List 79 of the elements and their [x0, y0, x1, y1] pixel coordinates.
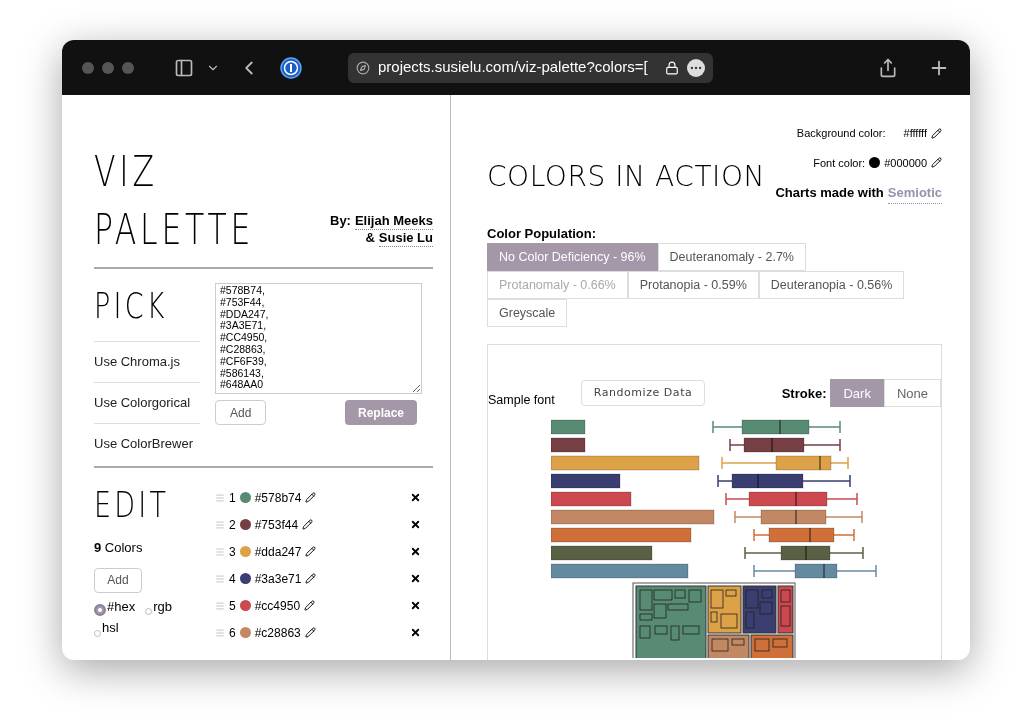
color-hex: #753f44 — [254, 516, 299, 534]
drag-handle-icon[interactable] — [215, 519, 225, 530]
setting-label: Background color: — [796, 126, 886, 141]
address-bar[interactable]: projects.susielu.com/viz-palette?colors=[ — [348, 52, 713, 83]
format-radio[interactable]: rgb — [145, 596, 172, 616]
source-link[interactable]: Use ColorBrewer — [94, 423, 200, 464]
credit-text: Charts made with — [775, 184, 884, 202]
edit-icon[interactable] — [931, 127, 942, 139]
edit-icon[interactable] — [305, 573, 317, 584]
lock-icon — [665, 60, 679, 75]
population-label: Color Population: — [487, 224, 598, 243]
setting-value: #ffffff — [903, 126, 927, 141]
stroke-option[interactable]: None — [883, 379, 941, 408]
edit-icon[interactable] — [305, 492, 317, 503]
color-hex: #c28863 — [254, 624, 301, 642]
color-hex: #3a3e71 — [254, 570, 302, 588]
drag-handle-icon[interactable] — [215, 600, 225, 611]
password-manager-icon[interactable] — [280, 56, 302, 79]
bar — [551, 437, 586, 453]
color-count: 9 Colors — [94, 539, 144, 557]
section-heading: EDIT — [94, 484, 171, 526]
url-text: projects.susielu.com/viz-palette?colors=[ — [378, 57, 648, 78]
randomize-button[interactable]: Randomize Data — [580, 380, 706, 407]
remove-icon[interactable] — [410, 519, 421, 530]
color-index: 4 — [229, 570, 236, 588]
edit-icon[interactable] — [305, 546, 317, 557]
compass-icon — [356, 60, 370, 75]
population-tab[interactable]: Protanopia - 0.59% — [627, 271, 759, 299]
population-tab[interactable]: Deuteranomaly - 2.7% — [657, 243, 806, 271]
app-title: VIZ — [94, 146, 159, 198]
population-tab[interactable]: Deuteranopia - 0.56% — [758, 271, 905, 299]
window-control-icon[interactable] — [122, 61, 134, 74]
window-control-icon[interactable] — [82, 61, 94, 74]
setting-value: #000000 — [884, 155, 927, 171]
edit-icon[interactable] — [304, 627, 316, 638]
bar — [551, 473, 621, 489]
color-hex: #cc4950 — [254, 597, 301, 615]
edit-icon[interactable] — [931, 157, 942, 169]
byline-label: By: — [330, 213, 351, 230]
add-button[interactable]: Add — [215, 400, 267, 425]
remove-icon[interactable] — [410, 546, 421, 557]
author-link[interactable]: Susie Lu — [378, 230, 433, 247]
color-hex: #578b74 — [254, 489, 302, 507]
population-tab[interactable]: Greyscale — [487, 299, 568, 327]
color-index: 1 — [229, 489, 236, 507]
colors-textarea[interactable]: #578B74, #753F44, #DDA247, #3A3E71, #CC4950, #C28863, #CF6F39, #586143, #648AA0 — [215, 283, 422, 394]
remove-icon[interactable] — [410, 492, 421, 503]
remove-icon[interactable] — [410, 627, 421, 638]
more-icon[interactable] — [687, 58, 705, 77]
format-radio[interactable]: hsl — [94, 618, 119, 638]
edit-icon[interactable] — [304, 600, 316, 611]
color-index: 6 — [229, 624, 236, 642]
color-index: 5 — [229, 597, 236, 615]
drag-handle-icon[interactable] — [215, 573, 225, 584]
section-heading: PICK — [94, 285, 169, 327]
byline-joiner: & — [365, 230, 375, 247]
bar — [551, 419, 586, 435]
stroke-label: Stroke: — [781, 384, 827, 403]
color-hex: #dda247 — [254, 543, 302, 561]
section-heading: COLORS IN ACTION — [487, 159, 765, 195]
sidebar-icon[interactable] — [174, 57, 194, 78]
window-control-icon[interactable] — [102, 61, 114, 74]
add-color-button[interactable]: Add — [94, 567, 142, 593]
drag-handle-icon[interactable] — [215, 627, 225, 638]
setting-label: Font color: — [813, 155, 866, 171]
drag-handle-icon[interactable] — [215, 546, 225, 557]
share-icon[interactable] — [878, 57, 898, 78]
color-index: 3 — [229, 543, 236, 561]
color-index: 2 — [229, 516, 236, 534]
sample-font-text: Sample font — [488, 392, 555, 409]
drag-handle-icon[interactable] — [215, 492, 225, 503]
remove-icon[interactable] — [410, 573, 421, 584]
app-title: PALETTE — [94, 204, 255, 256]
format-radio[interactable]: #hex — [94, 596, 136, 616]
edit-icon[interactable] — [302, 519, 314, 530]
author-link[interactable]: Elijah Meeks — [354, 213, 433, 230]
source-link[interactable]: Use Colorgorical — [94, 382, 200, 423]
remove-icon[interactable] — [410, 600, 421, 611]
source-link[interactable]: Use Chroma.js — [94, 341, 200, 382]
